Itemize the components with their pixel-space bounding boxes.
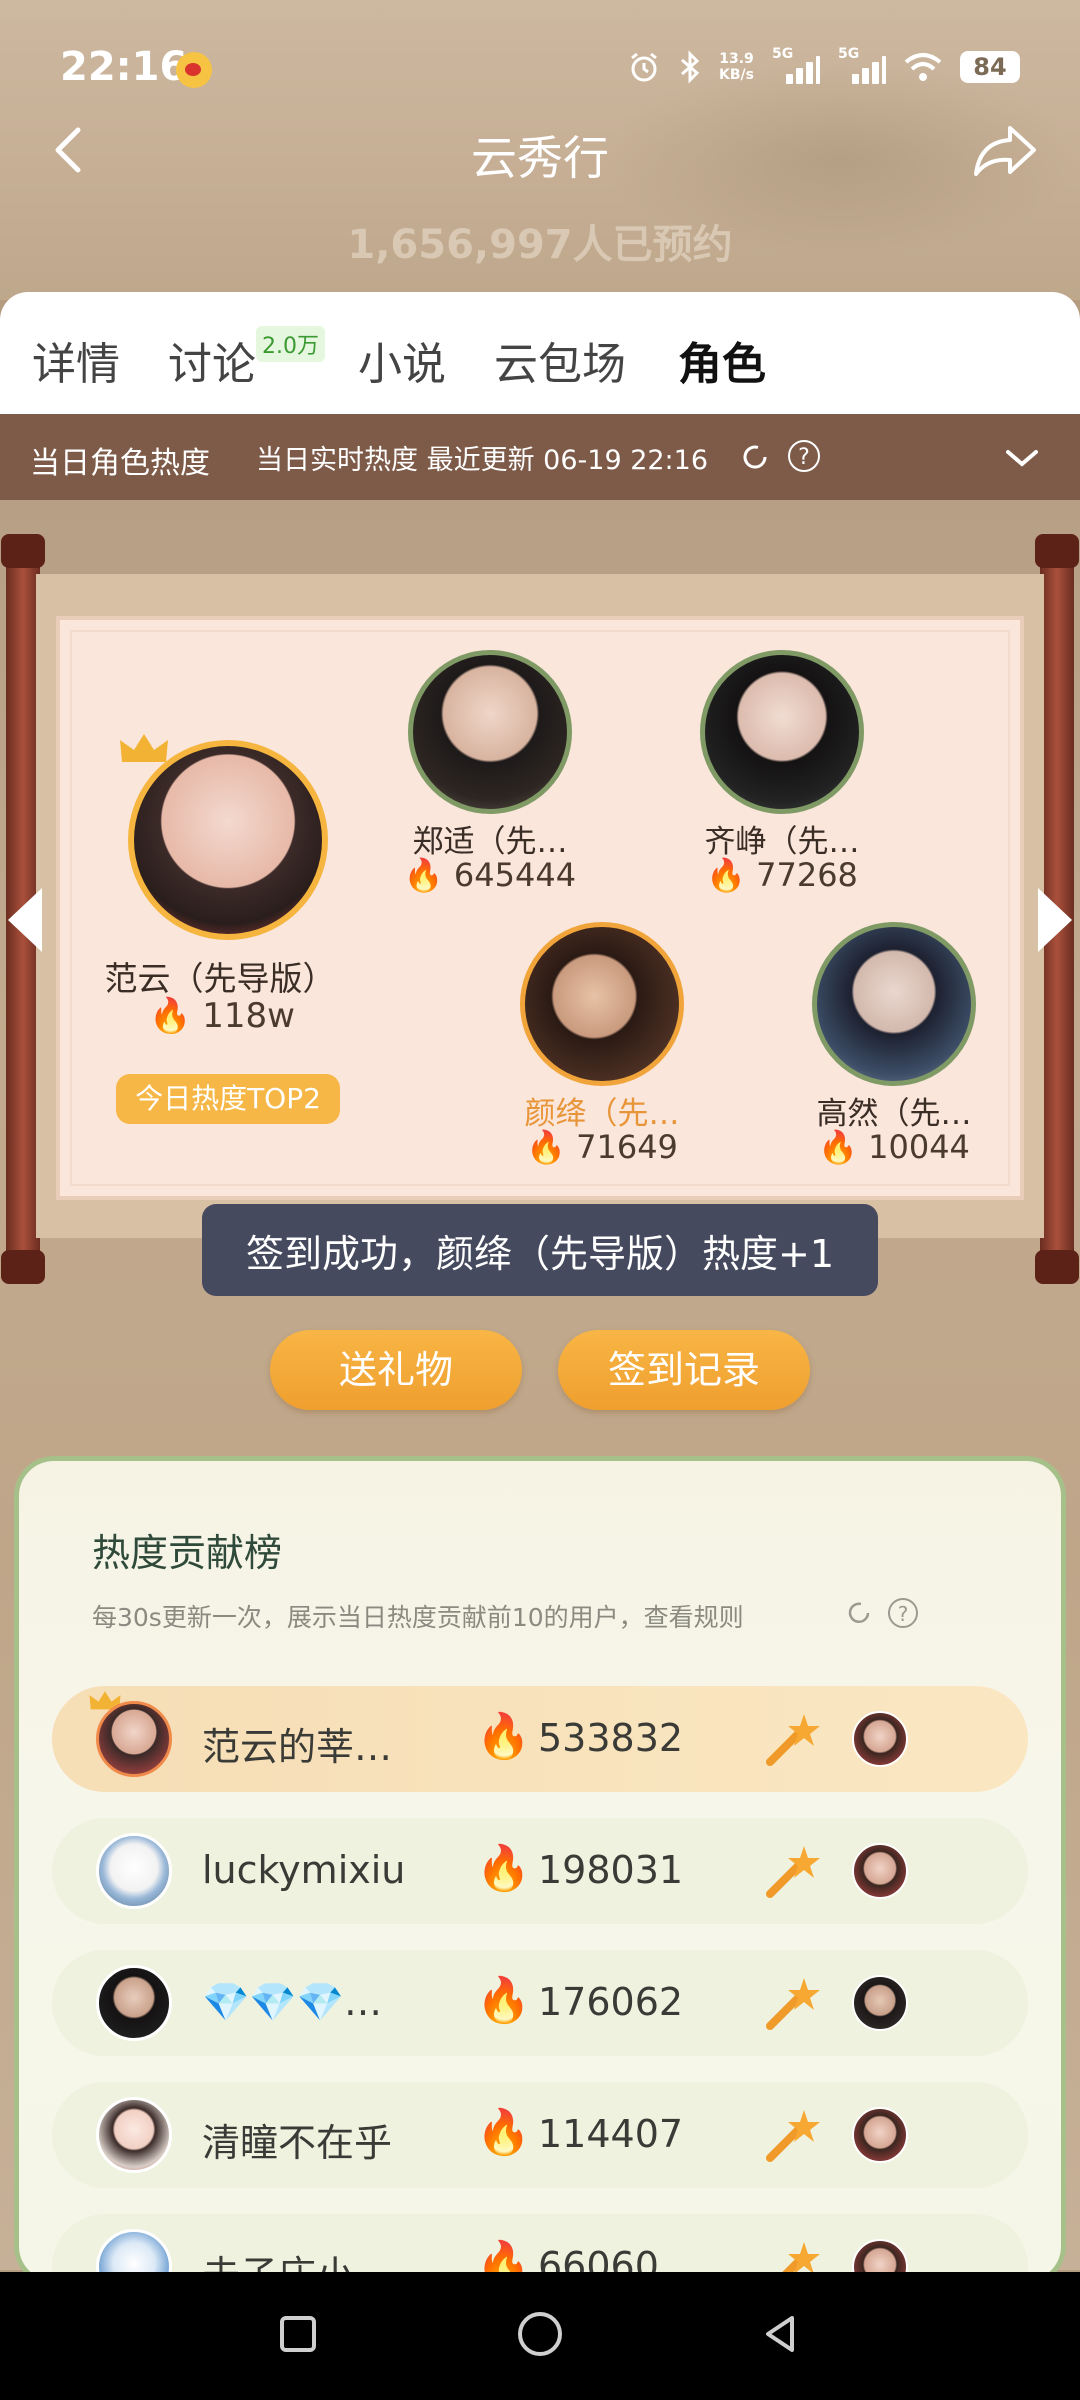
board-subtitle[interactable]: 每30s更新一次，展示当日热度贡献前10的用户，查看规则 xyxy=(92,1598,744,1634)
character-name[interactable]: 颜绛（先… xyxy=(477,1088,727,1133)
page-title: 云秀行 xyxy=(471,131,609,185)
flame-icon: 🔥 xyxy=(706,856,746,894)
avatar[interactable] xyxy=(852,2107,908,2163)
flame-icon: 🔥 xyxy=(526,1128,566,1166)
avatar[interactable] xyxy=(408,650,572,814)
prev-arrow-icon[interactable] xyxy=(8,888,42,952)
avatar[interactable] xyxy=(700,650,864,814)
avatar[interactable] xyxy=(852,1843,908,1899)
scroll-cap xyxy=(1,1250,45,1284)
avatar[interactable] xyxy=(520,922,684,1086)
help-icon[interactable]: ? xyxy=(788,440,820,472)
home-button[interactable] xyxy=(518,2312,562,2356)
character-name[interactable]: 范云（先导版） xyxy=(95,952,345,1000)
net-speed-unit: KB/s xyxy=(719,67,754,83)
checkin-record-button[interactable]: 签到记录 xyxy=(558,1330,810,1410)
contribution-value: 198031 xyxy=(538,1848,684,1892)
heat-bar-update-info: 当日实时热度 最近更新 06-19 22:16 xyxy=(256,445,709,476)
checkin-toast: 签到成功，颜绛（先导版）热度+1 xyxy=(202,1204,878,1296)
scroll-cap xyxy=(1035,534,1079,568)
top-rank-badge: 今日热度TOP2 xyxy=(116,1074,340,1124)
contribution-value: 533832 xyxy=(538,1716,684,1760)
character-heat-value: 645444 xyxy=(453,856,577,894)
tab-discussion[interactable]: 讨论 xyxy=(168,328,256,392)
refresh-icon[interactable] xyxy=(846,1600,872,1626)
board-title: 热度贡献榜 xyxy=(92,1531,283,1575)
character-name[interactable]: 齐峥（先… xyxy=(657,816,907,861)
tab-characters[interactable]: 角色 xyxy=(678,328,766,392)
signal-label: 5G xyxy=(772,46,794,62)
battery-indicator: 84 xyxy=(960,51,1020,83)
status-time: 22:16 xyxy=(60,44,188,90)
reserved-count: 1,656,997人已预约 xyxy=(347,222,733,268)
character-heat-value: 10044 xyxy=(868,1128,970,1166)
help-icon[interactable]: ? xyxy=(888,1598,918,1628)
bluetooth-icon xyxy=(681,50,700,84)
recent-apps-button[interactable] xyxy=(280,2316,316,2352)
wand-icon xyxy=(766,2110,820,2162)
heat-bar-label: 当日角色热度 xyxy=(30,446,210,481)
share-icon[interactable] xyxy=(970,120,1040,180)
crown-icon xyxy=(120,734,168,762)
refresh-icon[interactable] xyxy=(740,442,770,472)
user-name[interactable]: luckymixiu xyxy=(202,1848,405,1892)
wand-icon xyxy=(766,1714,820,1766)
character-name[interactable]: 高然（先… xyxy=(769,1088,1019,1133)
flame-icon: 🔥 xyxy=(149,996,192,1036)
avatar[interactable] xyxy=(852,1711,908,1767)
flame-icon: 🔥 xyxy=(818,1128,858,1166)
status-icons: 13.9 KB/s 5G 5G 84 xyxy=(627,46,1020,84)
user-name[interactable]: 清瞳不在乎 xyxy=(202,2112,392,2167)
avatar[interactable] xyxy=(96,1965,172,2041)
wifi-icon xyxy=(904,53,942,81)
character-heat: 🔥 645444 xyxy=(365,856,615,894)
send-gift-button[interactable]: 送礼物 xyxy=(270,1330,522,1410)
user-name[interactable]: 范云的莘… xyxy=(202,1716,392,1771)
wand-icon xyxy=(766,1978,820,2030)
character-heat-value: 71649 xyxy=(576,1128,678,1166)
contribution-value: 176062 xyxy=(538,1980,684,2024)
tab-cloud-screening[interactable]: 云包场 xyxy=(494,328,626,392)
scroll-cap xyxy=(1,534,45,568)
avatar[interactable] xyxy=(96,1701,172,1777)
contribution-value: 114407 xyxy=(538,2112,684,2156)
character-heat: 🔥 10044 xyxy=(769,1128,1019,1166)
user-name[interactable]: 💎💎💎… xyxy=(202,1980,382,2025)
next-arrow-icon[interactable] xyxy=(1038,888,1072,952)
signal-icon: 5G xyxy=(772,46,820,84)
avatar[interactable] xyxy=(96,2097,172,2173)
character-heat: 🔥 118w xyxy=(97,996,347,1036)
avatar[interactable] xyxy=(96,1833,172,1909)
flame-icon: 🔥 xyxy=(476,1711,531,1762)
flame-icon: 🔥 xyxy=(476,1843,531,1894)
avatar[interactable] xyxy=(852,1975,908,2031)
discussion-count-badge: 2.0万 xyxy=(256,326,325,362)
flame-icon: 🔥 xyxy=(476,1975,531,2026)
net-speed: 13.9 KB/s xyxy=(719,51,754,83)
flame-icon: 🔥 xyxy=(476,2107,531,2158)
net-speed-value: 13.9 xyxy=(719,51,754,67)
signal-icon-2: 5G xyxy=(838,46,886,84)
avatar[interactable] xyxy=(812,922,976,1086)
wand-icon xyxy=(766,1846,820,1898)
character-heat: 🔥 71649 xyxy=(477,1128,727,1166)
chevron-down-icon[interactable] xyxy=(1004,448,1040,468)
tab-details[interactable]: 详情 xyxy=(32,328,120,392)
system-back-button[interactable] xyxy=(758,2312,802,2356)
character-heat-value: 77268 xyxy=(756,856,858,894)
signal-label-2: 5G xyxy=(838,46,860,62)
character-heat: 🔥 77268 xyxy=(657,856,907,894)
avatar[interactable] xyxy=(128,740,328,940)
weibo-app-icon xyxy=(176,52,212,88)
flame-icon: 🔥 xyxy=(403,856,444,894)
character-heat-value: 118w xyxy=(202,996,295,1036)
alarm-icon xyxy=(631,52,657,82)
character-name[interactable]: 郑适（先… xyxy=(365,816,615,861)
tab-novel[interactable]: 小说 xyxy=(358,328,446,392)
scroll-cap xyxy=(1035,1250,1079,1284)
